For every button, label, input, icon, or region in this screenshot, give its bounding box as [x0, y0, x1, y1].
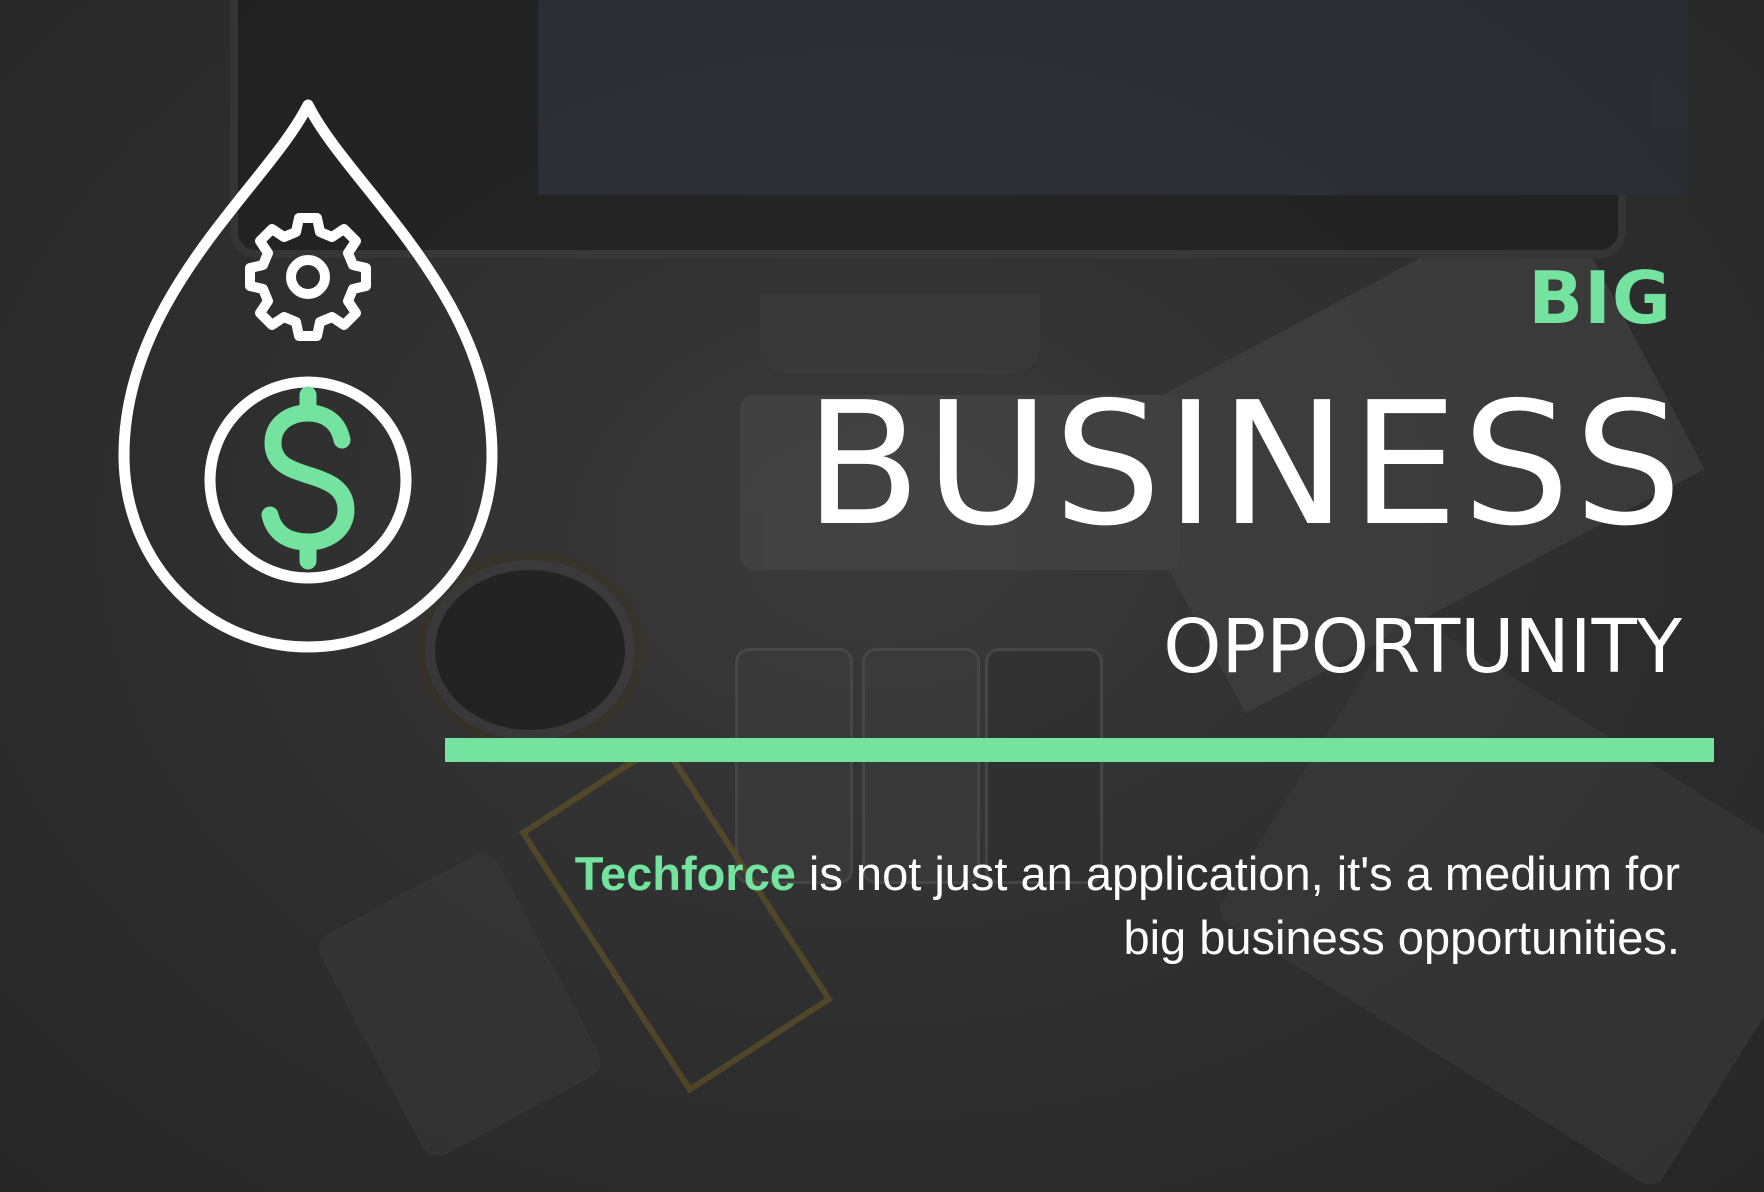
tagline-line2: big business opportunities. [1123, 911, 1680, 964]
money-drop-icon [118, 99, 498, 653]
accent-divider [445, 738, 1714, 762]
headline-business: BUSINESS [804, 366, 1686, 564]
headline-big: BIG [1528, 256, 1672, 340]
headline-opportunity: OPPORTUNITY [1163, 604, 1682, 690]
dollar-icon [261, 386, 355, 570]
tagline: Techforce is not just an application, it… [380, 842, 1680, 970]
background-monitor-stand [760, 295, 1040, 375]
tagline-line1: is not just an application, it's a mediu… [795, 847, 1680, 900]
slide: BIG BUSINESS OPPORTUNITY Techforce is no… [0, 0, 1764, 1192]
brand-name: Techforce [574, 847, 796, 900]
background-monitor-screen [538, 0, 1688, 195]
gear-icon [245, 213, 371, 341]
